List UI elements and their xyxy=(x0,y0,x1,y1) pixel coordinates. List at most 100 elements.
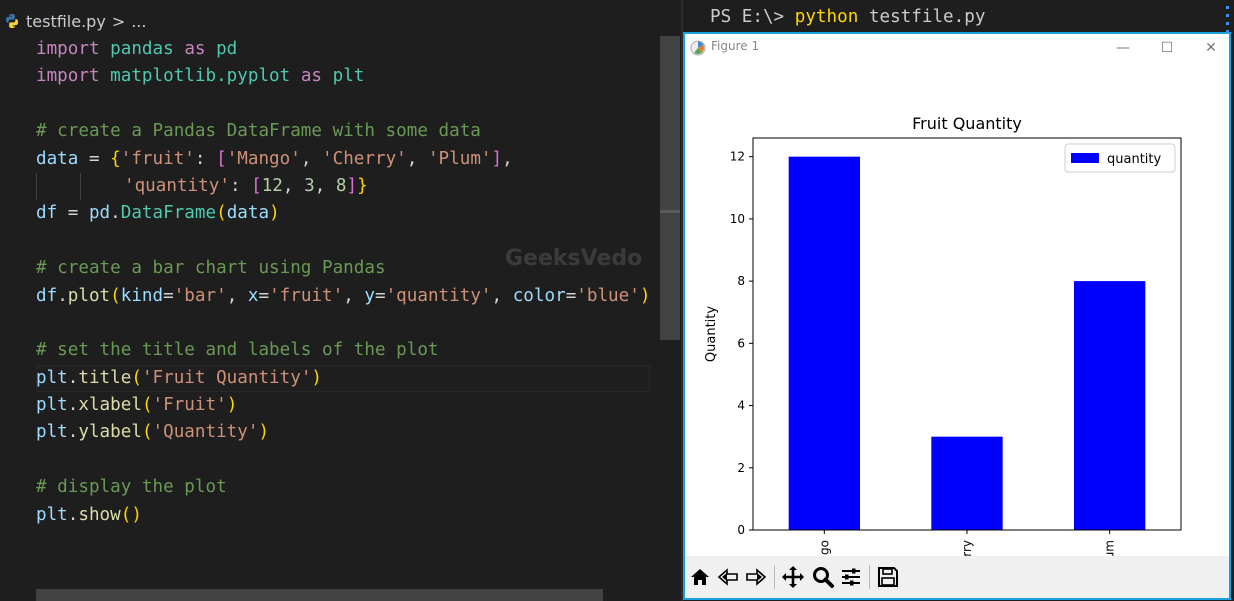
code-token: [ xyxy=(251,175,262,196)
code-line[interactable]: import matplotlib.pyplot as plt xyxy=(36,63,650,90)
bar-plum xyxy=(1074,281,1146,530)
toolbar-separator xyxy=(869,565,870,589)
code-token: show xyxy=(78,504,121,525)
y-tick-label: 2 xyxy=(737,461,745,475)
code-token: 3 xyxy=(304,175,315,196)
code-token: ylabel xyxy=(78,422,142,443)
code-token: 'fruit' xyxy=(269,285,344,306)
scrollbar-marker xyxy=(660,210,680,213)
code-line[interactable]: plt.show() xyxy=(36,502,650,529)
code-token: . xyxy=(67,504,79,525)
configure-icon[interactable] xyxy=(837,563,865,591)
code-token: DataFrame xyxy=(120,203,217,224)
close-button[interactable]: ✕ xyxy=(1189,36,1233,60)
code-line[interactable]: # display the plot xyxy=(36,474,650,501)
code-token: plt xyxy=(36,367,68,388)
code-line[interactable]: # create a Pandas DataFrame with some da… xyxy=(36,118,650,145)
breadcrumb-separator: > xyxy=(111,11,126,31)
code-token: . xyxy=(110,203,121,224)
forward-icon[interactable] xyxy=(742,563,770,591)
pan-icon[interactable] xyxy=(779,563,807,591)
home-icon[interactable] xyxy=(686,563,714,591)
code-token: data xyxy=(226,203,270,224)
code-token: 'Fruit' xyxy=(152,395,227,416)
code-line[interactable] xyxy=(36,310,650,337)
code-token: ) xyxy=(269,203,280,224)
save-icon[interactable] xyxy=(874,563,902,591)
code-line[interactable]: plt.ylabel('Quantity') xyxy=(36,419,650,446)
code-line[interactable]: df = pd.DataFrame(data) xyxy=(36,200,650,227)
legend-label: quantity xyxy=(1107,152,1162,167)
code-line[interactable] xyxy=(36,447,650,474)
code-line[interactable] xyxy=(36,91,650,118)
code-token: x xyxy=(247,285,259,306)
vertical-scrollbar-thumb[interactable] xyxy=(660,36,680,340)
code-token: ) xyxy=(226,395,238,416)
code-token: , xyxy=(226,285,248,306)
code-line[interactable]: import pandas as pd xyxy=(36,36,650,63)
code-line[interactable]: # set the title and labels of the plot xyxy=(36,337,650,364)
code-token: = xyxy=(565,285,577,306)
code-line[interactable]: df.plot(kind='bar', x='fruit', y='quanti… xyxy=(36,283,650,310)
code-token: : xyxy=(194,148,217,169)
code-token: df xyxy=(36,285,58,306)
y-tick-label: 4 xyxy=(737,399,745,413)
code-line[interactable]: plt.title('Fruit Quantity') xyxy=(36,364,651,393)
legend-swatch xyxy=(1071,153,1099,163)
code-token: 'Cherry' xyxy=(322,148,407,169)
back-icon[interactable] xyxy=(714,563,742,591)
code-token: 'Fruit Quantity' xyxy=(141,367,312,388)
code-token: . xyxy=(67,395,79,416)
code-token: 'Plum' xyxy=(427,148,492,169)
code-editor[interactable]: testfile.py > ... import pandas as pd imp… xyxy=(0,0,681,601)
code-token: pd xyxy=(216,39,238,59)
figure-window[interactable]: Figure 1 — ☐ ✕ Mango Cherry Plum 0 2 4 6 8 10 12 F… xyxy=(683,32,1231,600)
code-line[interactable]: data = {'fruit': ['Mango', 'Cherry', 'Pl… xyxy=(36,146,650,173)
code-token: ] xyxy=(346,175,358,196)
bar-cherry xyxy=(931,436,1003,530)
breadcrumb-file[interactable]: testfile.py xyxy=(26,12,106,31)
code-token: xlabel xyxy=(78,395,142,416)
indent-guide xyxy=(80,172,81,200)
code-token: ( xyxy=(216,203,227,224)
y-tick-label: 8 xyxy=(737,274,745,288)
code-token: ( xyxy=(141,395,153,416)
y-tick-label: 12 xyxy=(730,150,745,164)
breadcrumb-more[interactable]: ... xyxy=(131,12,146,31)
watermark: GeeksVedo xyxy=(505,246,643,271)
figure-titlebar[interactable]: Figure 1 — ☐ ✕ xyxy=(685,34,1229,62)
terminal-command: python xyxy=(794,7,859,27)
maximize-button[interactable]: ☐ xyxy=(1145,36,1189,60)
code-token: color xyxy=(512,285,566,306)
x-tick-label: Mango xyxy=(817,540,831,556)
code-line[interactable]: plt.xlabel('Fruit') xyxy=(36,392,650,419)
code-token: plt xyxy=(36,504,68,525)
horizontal-scrollbar-thumb[interactable] xyxy=(36,589,603,601)
minimize-button[interactable]: — xyxy=(1101,36,1145,60)
code-token: = xyxy=(78,148,111,169)
code-token: ) xyxy=(258,422,270,443)
code-token: ) xyxy=(639,285,651,306)
code-lines[interactable]: import pandas as pd import matplotlib.pyp… xyxy=(36,36,651,529)
code-token: 'bar' xyxy=(173,285,227,306)
x-tick-label: Plum xyxy=(1103,540,1117,556)
chart-title: Fruit Quantity xyxy=(912,114,1022,133)
code-token: } xyxy=(357,175,368,196)
terminal-prompt: PS E:\> xyxy=(710,7,795,27)
code-token: 'quantity' xyxy=(124,175,230,196)
x-tick-label: Cherry xyxy=(960,540,974,556)
code-token: import xyxy=(36,66,100,87)
code-line[interactable]: 'quantity': [12, 3, 8]} xyxy=(36,172,650,200)
code-token: ) xyxy=(311,367,323,388)
zoom-icon[interactable] xyxy=(809,563,837,591)
code-token: , xyxy=(491,285,513,306)
code-token: ( xyxy=(131,367,142,388)
code-token: as xyxy=(300,66,323,87)
y-tick-label: 10 xyxy=(730,212,745,226)
code-token: , xyxy=(300,148,323,169)
terminal-args: testfile.py xyxy=(858,7,986,27)
code-token: . xyxy=(57,285,68,306)
